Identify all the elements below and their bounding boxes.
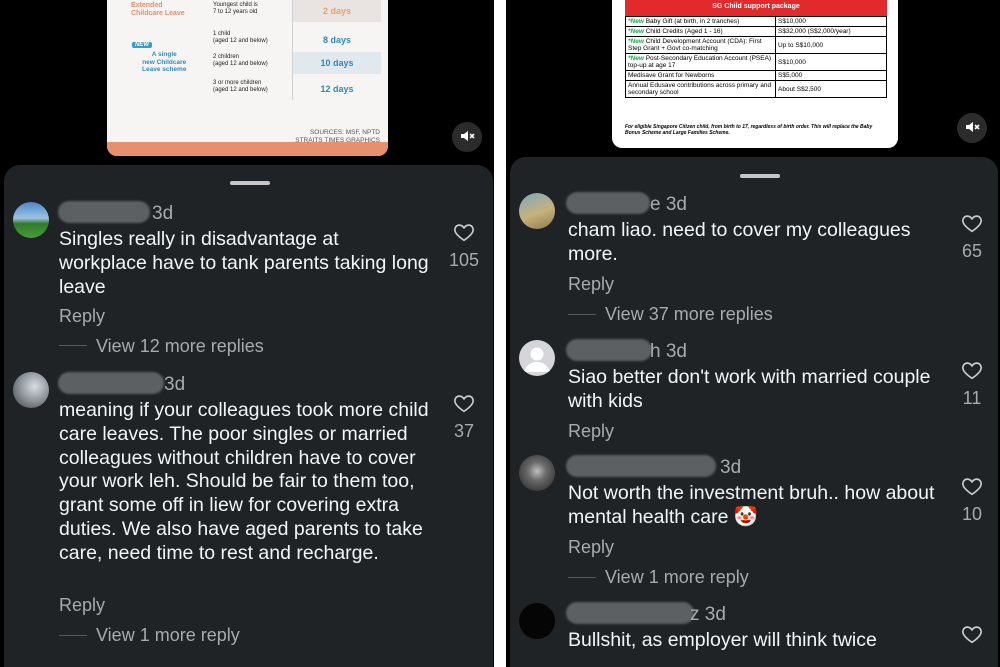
replies-line [568, 314, 596, 315]
heart-outline-icon[interactable] [453, 221, 475, 243]
leave-row: Youngest child is 7 to 12 years old 2 da… [205, 0, 385, 22]
child-support-package-table[interactable]: SG Child support package *New Baby Gift … [612, 0, 898, 148]
reply-button[interactable]: Reply [568, 537, 614, 558]
replies-line [568, 577, 596, 578]
table-item: Annual Edusave contributions across prim… [625, 80, 776, 98]
avatar[interactable] [13, 372, 49, 408]
username-redacted[interactable] [566, 455, 716, 477]
table-item: *New Child Credits (Aged 1 - 16) [625, 26, 776, 37]
childcare-leave-infographic[interactable]: Extended Childcare Leave NEW A single ne… [107, 0, 388, 156]
leave-row: 1 child (aged 12 and below) 8 days [205, 29, 385, 51]
table-title: SG Child support package [625, 0, 887, 16]
comment-text: Not worth the investment bruh.. how abou… [568, 482, 935, 528]
right-screenshot: SG Child support package *New Baby Gift … [506, 0, 1000, 667]
table-item: *New Child Development Account (CDA): Fi… [625, 36, 776, 54]
leave-days: 8 days [322, 35, 352, 45]
leave-row: 2 children (aged 12 and below) 10 days [205, 52, 385, 74]
leave-days: 10 days [293, 52, 381, 74]
comment-text: Singles really in disadvantage at workpl… [59, 228, 429, 298]
replies-line [59, 345, 87, 346]
default-avatar-icon [524, 347, 550, 372]
replies-line [59, 635, 87, 636]
avatar[interactable] [519, 340, 555, 376]
comment-text: Bullshit, as employer will think twice [568, 629, 877, 651]
table-footnote: For eligible Singapore Citizen child, fr… [625, 124, 873, 136]
comment-time: 3d [720, 457, 742, 478]
avatar[interactable] [519, 603, 555, 639]
like-count: 105 [448, 250, 480, 270]
leave-condition: 1 child (aged 12 and below) [213, 31, 268, 44]
table-value: About S$2,500 [775, 80, 887, 98]
reply-button[interactable]: Reply [568, 421, 614, 442]
infographic-labels: Extended Childcare Leave NEW A single ne… [117, 0, 202, 108]
heart-outline-icon[interactable] [961, 623, 983, 645]
heart-outline-icon[interactable] [961, 359, 983, 381]
comments-sheet: e 3d cham liao. need to cover my colleag… [510, 157, 998, 667]
table-value: Up to S$10,000 [775, 36, 887, 54]
avatar[interactable] [13, 202, 49, 238]
view-more-replies[interactable]: View 12 more replies [96, 336, 264, 357]
left-screenshot: Extended Childcare Leave NEW A single ne… [0, 0, 494, 667]
extended-childcare-label: Extended Childcare Leave [131, 2, 185, 17]
table-value: S$10,000 [775, 16, 887, 27]
table-value: S$10,000 [775, 53, 887, 71]
username-redacted[interactable] [566, 339, 652, 361]
leave-row: 3 or more children (aged 12 and below) 1… [205, 78, 385, 100]
table-item: *New Post-Secondary Education Account (P… [625, 53, 776, 71]
table-item: *New Baby Gift (at birth, in 2 tranches) [625, 16, 776, 27]
username-redacted[interactable] [566, 602, 694, 624]
view-more-replies[interactable]: View 1 more reply [605, 567, 749, 588]
view-more-replies[interactable]: View 1 more reply [96, 625, 240, 646]
comment-time: 3d [152, 203, 174, 224]
speaker-muted-icon [459, 128, 475, 147]
comment-time: e 3d [650, 194, 687, 215]
heart-outline-icon[interactable] [961, 212, 983, 234]
heart-outline-icon[interactable] [453, 392, 475, 414]
comment-text: meaning if your colleagues took more chi… [59, 399, 429, 564]
reply-button[interactable]: Reply [59, 306, 105, 327]
comments-sheet: 3d Singles really in disadvantage at wor… [4, 165, 493, 667]
leave-days: 12 days [320, 84, 354, 94]
new-tag: NEW [132, 42, 152, 48]
mute-button[interactable] [957, 113, 987, 143]
comment-time: z 3d [690, 604, 726, 625]
like-count: 37 [453, 421, 475, 441]
heart-outline-icon[interactable] [961, 475, 983, 497]
avatar[interactable] [519, 193, 555, 229]
comment-text: Siao better don't work with married coup… [568, 366, 931, 412]
mute-button[interactable] [452, 122, 482, 152]
like-count: 65 [961, 241, 983, 261]
leave-condition: 3 or more children (aged 12 and below) [213, 80, 268, 93]
table-row: *New Child Development Account (CDA): Fi… [625, 36, 887, 54]
table-row: Annual Edusave contributions across prim… [625, 80, 887, 98]
comment-time: h 3d [650, 341, 687, 362]
username-redacted[interactable] [58, 372, 164, 394]
like-count: 10 [961, 504, 983, 524]
comment-text: cham liao. need to cover my colleagues m… [568, 219, 911, 265]
comment-time: 3d [164, 374, 186, 395]
table-value: S$32,000 (S$2,000/year) [775, 26, 887, 37]
decorative-band [107, 142, 388, 156]
speaker-muted-icon [964, 119, 980, 138]
table-row: *New Post-Secondary Education Account (P… [625, 53, 887, 71]
username-redacted[interactable] [566, 192, 650, 214]
username-redacted[interactable] [58, 201, 150, 223]
new-scheme-label: A single new Childcare Leave scheme [142, 51, 187, 73]
table-row: Medisave Grant for Newborns S$5,000 [625, 70, 887, 81]
leave-days: 2 days [293, 0, 381, 22]
drag-handle[interactable] [740, 174, 780, 178]
table-row: *New Baby Gift (at birth, in 2 tranches)… [625, 16, 887, 27]
table-row: *New Child Credits (Aged 1 - 16) S$32,00… [625, 26, 887, 37]
reply-button[interactable]: Reply [59, 595, 105, 616]
table-item: Medisave Grant for Newborns [625, 70, 776, 81]
leave-condition: Youngest child is 7 to 12 years old [213, 2, 258, 15]
avatar[interactable] [519, 455, 555, 491]
like-count: 11 [962, 388, 982, 408]
view-more-replies[interactable]: View 37 more replies [605, 304, 773, 325]
reply-button[interactable]: Reply [568, 274, 614, 295]
support-table: *New Baby Gift (at birth, in 2 tranches)… [625, 16, 887, 98]
table-value: S$5,000 [775, 70, 887, 81]
leave-condition: 2 children (aged 12 and below) [213, 54, 268, 67]
drag-handle[interactable] [230, 181, 270, 185]
